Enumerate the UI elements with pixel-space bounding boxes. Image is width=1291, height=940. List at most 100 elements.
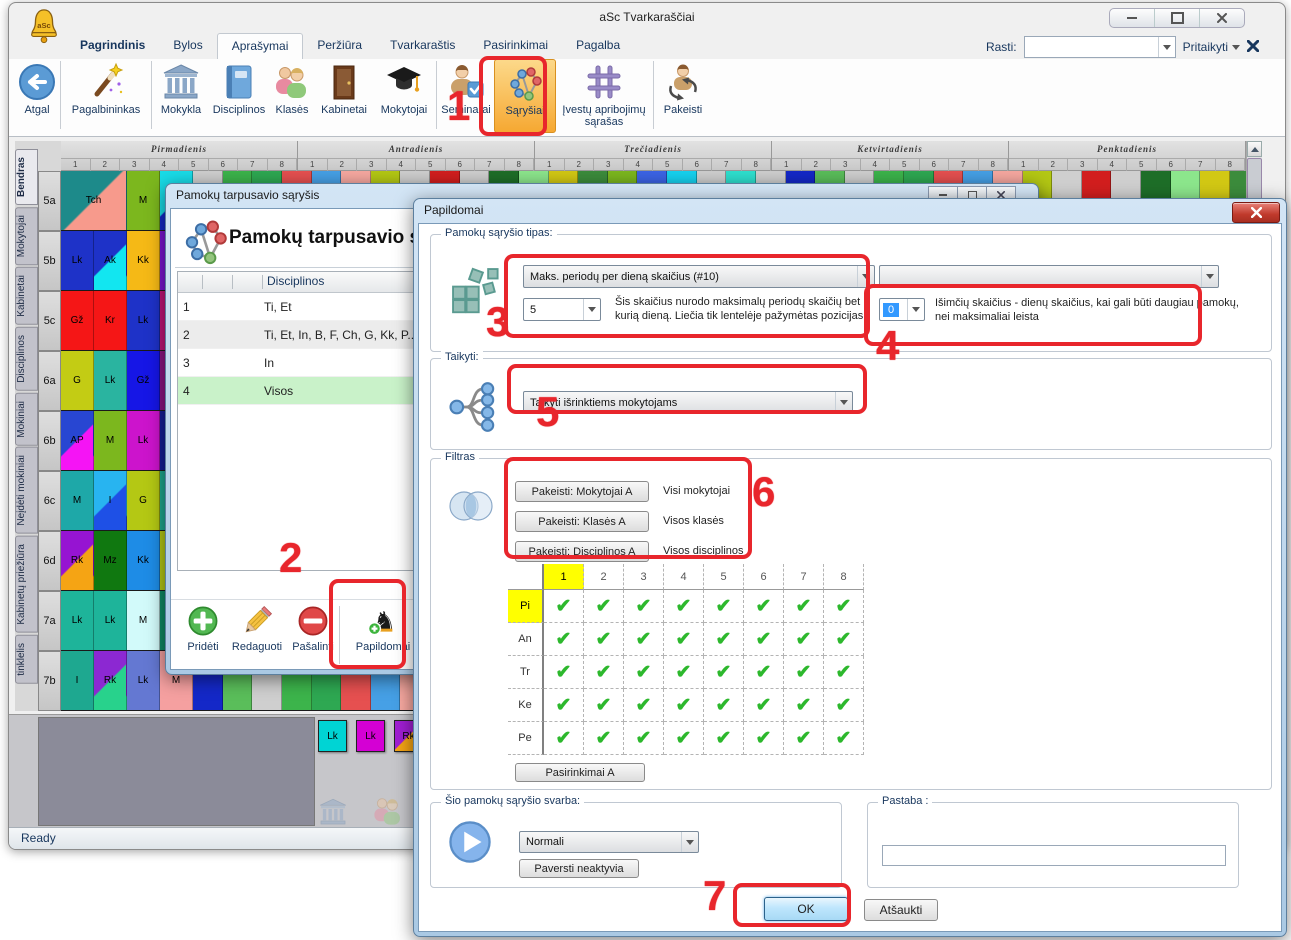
grid-cell-Pe-4[interactable]: ✔: [664, 722, 704, 755]
make-inactive-button[interactable]: Paversti neaktyvia: [519, 859, 639, 878]
grid-col-header-7[interactable]: 7: [784, 564, 824, 590]
grid-cell-An-1[interactable]: ✔: [544, 623, 584, 656]
maximize-icon[interactable]: [1154, 9, 1199, 27]
grid-col-header-4[interactable]: 4: [664, 564, 704, 590]
chevron-down-icon[interactable]: [1158, 37, 1175, 57]
grid-cell-Tr-8[interactable]: ✔: [824, 656, 864, 689]
grid-row-header-Pe[interactable]: Pe: [508, 722, 544, 755]
lesson-card[interactable]: M: [94, 411, 127, 470]
grid-cell-An-6[interactable]: ✔: [744, 623, 784, 656]
side-tab-Kabinetai[interactable]: Kabinetai: [15, 267, 38, 325]
grid-cell-Pe-3[interactable]: ✔: [624, 722, 664, 755]
scroll-up-icon[interactable]: [1247, 141, 1262, 157]
lesson-card[interactable]: Lk: [127, 411, 160, 470]
tab-Peržiūra[interactable]: Peržiūra: [303, 33, 376, 59]
grid-cell-Tr-3[interactable]: ✔: [624, 656, 664, 689]
class-row-header-7b[interactable]: 7b: [38, 651, 61, 711]
lesson-card[interactable]: Ak: [94, 231, 127, 290]
tab-Aprašymai[interactable]: Aprašymai: [217, 33, 304, 59]
grid-cell-Pi-2[interactable]: ✔: [584, 590, 624, 623]
side-tab-Mokytojai[interactable]: Mokytojai: [15, 207, 38, 265]
grid-col-header-3[interactable]: 3: [624, 564, 664, 590]
options-button[interactable]: Pasirinkimai A: [515, 763, 645, 782]
toolbar-button-Pagalbininkas[interactable]: Pagalbininkas: [62, 59, 150, 133]
toolbar-button-Įvestų apribojimų sąrašas[interactable]: Įvestų apribojimų sąrašas: [556, 59, 652, 133]
lesson-card[interactable]: Lk: [61, 231, 94, 290]
side-tab-tinklelis[interactable]: tinklelis: [15, 635, 38, 684]
side-tab-Bendras[interactable]: Bendras: [15, 149, 38, 205]
lesson-card[interactable]: G: [61, 351, 94, 410]
toolbar-button-Disciplinos[interactable]: Disciplinos: [209, 59, 269, 133]
grid-cell-Pe-7[interactable]: ✔: [784, 722, 824, 755]
toolbar-button-Mokytojai[interactable]: Mokytojai: [373, 59, 435, 133]
lesson-card[interactable]: Gž: [127, 351, 160, 410]
grid-cell-Tr-6[interactable]: ✔: [744, 656, 784, 689]
grid-col-header-1[interactable]: 1: [544, 564, 584, 590]
class-row-header-6c[interactable]: 6c: [38, 471, 61, 531]
tab-Pagalba[interactable]: Pagalba: [562, 33, 634, 59]
lesson-card[interactable]: Tch: [61, 171, 127, 230]
grid-cell-Pe-2[interactable]: ✔: [584, 722, 624, 755]
lesson-card[interactable]: M: [127, 591, 160, 650]
lesson-card[interactable]: AP: [61, 411, 94, 470]
grid-cell-Ke-5[interactable]: ✔: [704, 689, 744, 722]
grid-row-header-An[interactable]: An: [508, 623, 544, 656]
side-tab-Kabinetų priežiūra[interactable]: Kabinetų priežiūra: [15, 536, 38, 633]
side-tab-Neįdėti mokiniai[interactable]: Neįdėti mokiniai: [15, 447, 38, 534]
lesson-card[interactable]: G: [127, 471, 160, 530]
class-row-header-5c[interactable]: 5c: [38, 291, 61, 351]
lesson-card[interactable]: Rk: [61, 531, 94, 590]
grid-cell-Tr-1[interactable]: ✔: [544, 656, 584, 689]
toolbar-button-Pakeisti[interactable]: Pakeisti: [655, 59, 711, 133]
grid-cell-An-3[interactable]: ✔: [624, 623, 664, 656]
grid-cell-Pi-1[interactable]: ✔: [544, 590, 584, 623]
lesson-card[interactable]: Lk: [127, 651, 160, 710]
class-row-header-7a[interactable]: 7a: [38, 591, 61, 651]
grid-cell-Pi-4[interactable]: ✔: [664, 590, 704, 623]
grid-cell-Pe-5[interactable]: ✔: [704, 722, 744, 755]
grid-cell-An-2[interactable]: ✔: [584, 623, 624, 656]
grid-row-header-Pi[interactable]: Pi: [508, 590, 544, 623]
grid-cell-An-7[interactable]: ✔: [784, 623, 824, 656]
dialog1-button-Pridėti[interactable]: Pridėti: [179, 604, 227, 666]
lesson-card[interactable]: Lk: [94, 591, 127, 650]
lesson-card[interactable]: I: [94, 471, 127, 530]
class-row-header-6b[interactable]: 6b: [38, 411, 61, 471]
side-tab-Disciplinos[interactable]: Disciplinos: [15, 327, 38, 391]
grid-cell-Tr-7[interactable]: ✔: [784, 656, 824, 689]
grid-cell-Tr-5[interactable]: ✔: [704, 656, 744, 689]
lesson-card[interactable]: Mz: [94, 531, 127, 590]
grid-cell-Tr-2[interactable]: ✔: [584, 656, 624, 689]
grid-cell-Ke-1[interactable]: ✔: [544, 689, 584, 722]
minimize-icon[interactable]: [1110, 9, 1154, 27]
lesson-card[interactable]: Kk: [127, 531, 160, 590]
grid-col-header-8[interactable]: 8: [824, 564, 864, 590]
grid-cell-Ke-2[interactable]: ✔: [584, 689, 624, 722]
grid-cell-Pe-1[interactable]: ✔: [544, 722, 584, 755]
note-input[interactable]: [882, 845, 1226, 866]
grid-col-header-2[interactable]: 2: [584, 564, 624, 590]
grid-cell-An-5[interactable]: ✔: [704, 623, 744, 656]
lesson-card[interactable]: Rk: [94, 651, 127, 710]
lesson-card[interactable]: Kr: [94, 291, 127, 350]
class-row-header-6a[interactable]: 6a: [38, 351, 61, 411]
cancel-button[interactable]: Atšaukti: [864, 899, 938, 921]
grid-cell-Ke-8[interactable]: ✔: [824, 689, 864, 722]
lesson-card[interactable]: Kk: [127, 231, 160, 290]
toolbar-button-Atgal[interactable]: Atgal: [15, 59, 59, 133]
grid-cell-Pi-5[interactable]: ✔: [704, 590, 744, 623]
grid-col-header-5[interactable]: 5: [704, 564, 744, 590]
toolbar-button-Klasės[interactable]: Klasės: [269, 59, 315, 133]
grid-row-header-Tr[interactable]: Tr: [508, 656, 544, 689]
tab-Bylos[interactable]: Bylos: [159, 33, 216, 59]
grid-col-header-6[interactable]: 6: [744, 564, 784, 590]
grid-cell-Pi-8[interactable]: ✔: [824, 590, 864, 623]
asc-bell-icon[interactable]: aSc: [25, 7, 63, 49]
unplaced-card[interactable]: Lk: [356, 720, 385, 752]
close-icon[interactable]: [1232, 202, 1280, 223]
grid-cell-Pe-8[interactable]: ✔: [824, 722, 864, 755]
grid-cell-An-4[interactable]: ✔: [664, 623, 704, 656]
grid-cell-Ke-4[interactable]: ✔: [664, 689, 704, 722]
toolbar-button-Kabinetai[interactable]: Kabinetai: [315, 59, 373, 133]
toolbar-button-Mokykla[interactable]: Mokykla: [153, 59, 209, 133]
